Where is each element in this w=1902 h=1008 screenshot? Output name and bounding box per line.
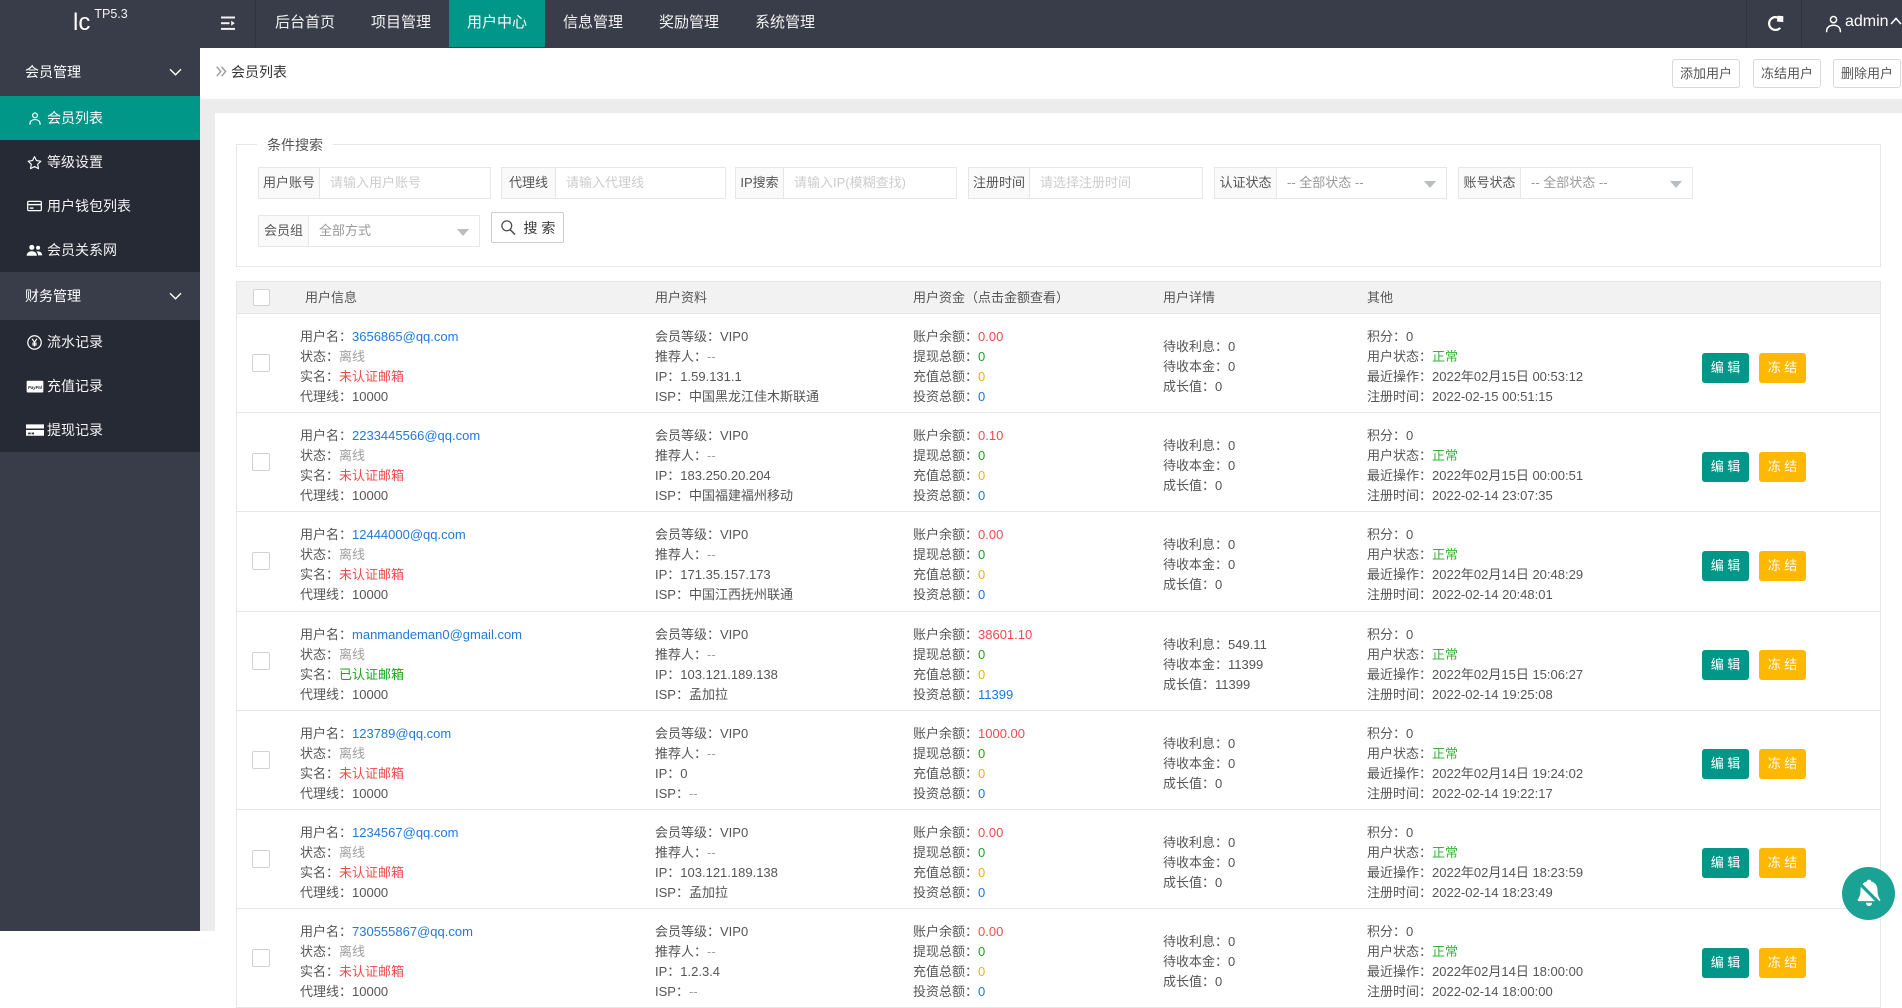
svg-text:PayPal: PayPal [28, 384, 43, 389]
